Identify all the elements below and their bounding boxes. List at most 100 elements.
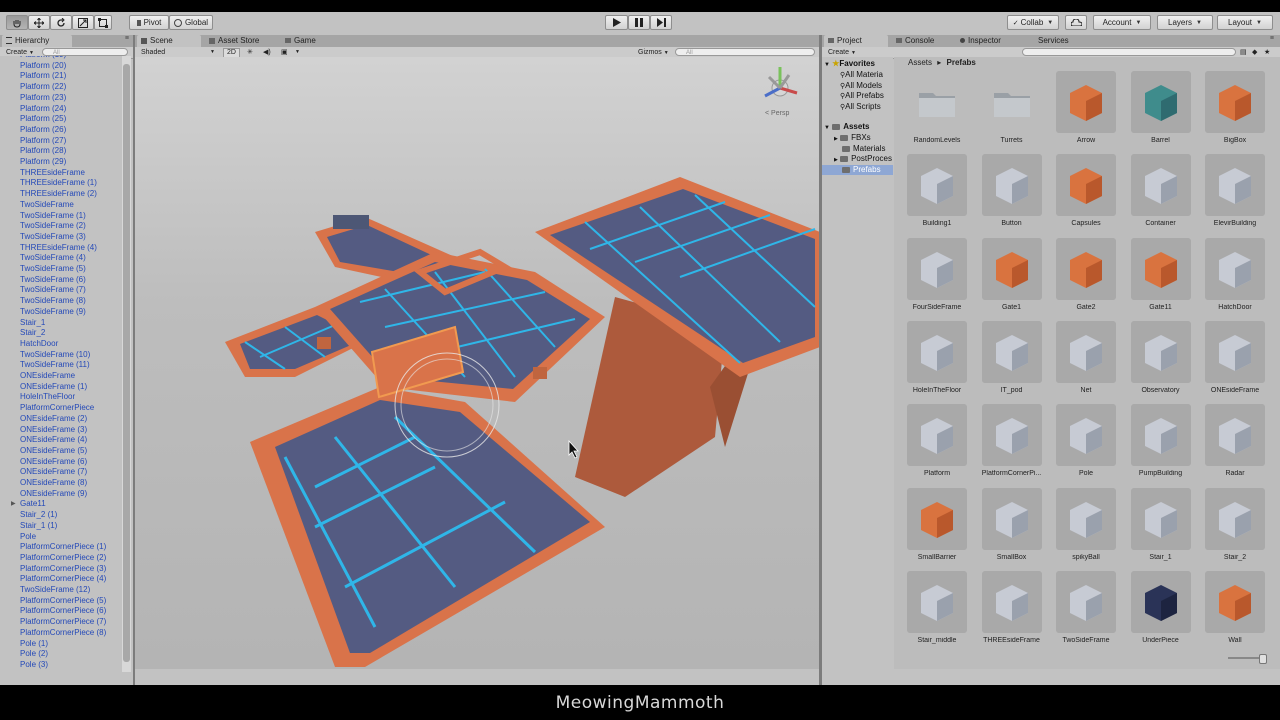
asset-item[interactable]: Net [1051,320,1121,403]
hierarchy-item[interactable]: PlatformCornerPiece (4) [20,574,106,584]
hierarchy-item[interactable]: PlatformCornerPiece (7) [20,617,106,627]
hierarchy-item[interactable]: TwoSideFrame (9) [20,307,86,317]
hierarchy-item[interactable]: PlatformCornerPiece (3) [20,564,106,574]
hierarchy-item[interactable]: Platform (24) [20,104,66,114]
hand-tool-button[interactable] [6,15,28,30]
hierarchy-item[interactable]: TwoSideFrame (3) [20,232,86,242]
asset-item[interactable]: Stair_2 [1200,487,1270,570]
step-button[interactable] [650,15,672,30]
lighting-toggle-icon[interactable]: ✳ [247,48,253,57]
hierarchy-item[interactable]: TwoSideFrame (7) [20,285,86,295]
asset-item[interactable]: THREEsideFrame [977,570,1047,653]
asset-item[interactable]: HatchDoor [1200,237,1270,320]
scene-search-input[interactable]: All [675,48,815,56]
asset-item[interactable]: Observatory [1126,320,1196,403]
hierarchy-item[interactable]: THREEsideFrame [20,168,85,178]
filter-type-icon[interactable]: ▤ [1240,48,1247,57]
asset-item[interactable]: Turrets [977,71,1047,153]
gizmos-dropdown[interactable]: Gizmos ▼ [638,48,669,57]
hierarchy-item[interactable]: ▶ Gate11 [11,499,46,509]
hierarchy-item[interactable]: ONEsideFrame (6) [20,457,87,467]
account-dropdown[interactable]: Account ▼ [1093,15,1151,30]
hierarchy-item[interactable]: TwoSideFrame (4) [20,253,86,263]
asset-item[interactable]: ElevirBuilding [1200,154,1270,236]
favorites-header[interactable]: ▼ ★Favorites [824,59,875,69]
hierarchy-item[interactable]: PlatformCornerPiece (2) [20,553,106,563]
shading-mode-dropdown[interactable]: Shaded ▼ [141,48,217,57]
asset-item[interactable]: RandomLevels [902,71,972,153]
tab-console[interactable]: Console [892,35,952,47]
hierarchy-item[interactable]: Stair_2 (1) [20,510,57,520]
hierarchy-item[interactable]: TwoSideFrame (2) [20,221,86,231]
slider-thumb[interactable] [1259,654,1267,664]
rotate-tool-button[interactable] [50,15,72,30]
asset-item[interactable]: Barrel [1126,71,1196,153]
hierarchy-item[interactable]: ONEsideFrame (7) [20,467,87,477]
hierarchy-item[interactable]: Pole [20,532,36,542]
scale-tool-button[interactable] [72,15,94,30]
pause-button[interactable] [628,15,650,30]
asset-item[interactable]: Stair_1 [1126,487,1196,570]
tab-game[interactable]: Game [281,35,341,47]
hierarchy-item[interactable]: Platform (23) [20,93,66,103]
asset-item[interactable]: spikyBall [1051,487,1121,570]
hierarchy-item[interactable]: PlatformCornerPiece (8) [20,628,106,638]
hierarchy-item[interactable]: Pole (3) [20,660,48,670]
hierarchy-item[interactable]: TwoSideFrame (11) [20,360,90,370]
hierarchy-item[interactable]: TwoSideFrame (10) [20,350,90,360]
asset-item[interactable]: HoleInTheFloor [902,320,972,403]
audio-toggle-icon[interactable]: ◀) [263,48,271,57]
asset-item[interactable]: SmallBox [977,487,1047,570]
hierarchy-item[interactable]: THREEsideFrame (4) [20,243,97,253]
tab-asset-store[interactable]: Asset Store [205,35,279,47]
projection-label[interactable]: < Persp [765,110,789,117]
hierarchy-item[interactable]: ONEsideFrame (1) [20,382,87,392]
hierarchy-item[interactable]: ONEsideFrame (3) [20,425,87,435]
hierarchy-item[interactable]: Platform (27) [20,136,66,146]
hierarchy-item[interactable]: Platform (26) [20,125,66,135]
asset-folder[interactable]: ▶ PostProces [834,154,892,164]
tab-inspector[interactable]: Inspector [956,35,1020,47]
favorite-item[interactable]: ⚲All Scripts [840,102,881,112]
hierarchy-item[interactable]: ONEsideFrame (4) [20,435,87,445]
hierarchy-item[interactable]: PlatformCornerPiece (6) [20,606,106,616]
layers-dropdown[interactable]: Layers ▼ [1157,15,1213,30]
asset-item[interactable]: FourSideFrame [902,237,972,320]
asset-item[interactable]: TwoSideFrame [1051,570,1121,653]
hierarchy-item[interactable]: Platform (29) [20,157,66,167]
panel-menu-icon[interactable]: ≡ [125,35,129,42]
asset-item[interactable]: Gate2 [1051,237,1121,320]
hierarchy-item[interactable]: PlatformCornerPiece [20,403,94,413]
panel-menu-icon[interactable]: ≡ [1270,35,1274,42]
favorite-item[interactable]: ⚲All Prefabs [840,91,884,101]
hierarchy-item[interactable]: ONEsideFrame [20,371,75,381]
hierarchy-item[interactable]: Platform (20) [20,61,66,71]
collab-dropdown[interactable]: ✓ Collab ▼ [1007,15,1059,30]
assets-root[interactable]: ▼ Assets [824,122,869,132]
hierarchy-item[interactable]: TwoSideFrame (6) [20,275,86,285]
asset-item[interactable]: IT_pod [977,320,1047,403]
cloud-button[interactable] [1065,15,1087,30]
thumbnail-size-slider[interactable] [1228,654,1267,664]
hierarchy-item[interactable]: ONEsideFrame (2) [20,414,87,424]
hierarchy-search-input[interactable]: All [42,48,128,56]
hierarchy-item[interactable]: TwoSideFrame (5) [20,264,86,274]
filter-label-icon[interactable]: ◆ [1252,48,1257,57]
hierarchy-item[interactable]: Platform (21) [20,71,66,81]
asset-item[interactable]: Button [977,154,1047,236]
tab-services[interactable]: Services [1034,35,1084,47]
hierarchy-item[interactable]: Pole (1) [20,639,48,649]
project-create-dropdown[interactable]: Create ▼ [828,48,856,57]
hierarchy-item[interactable]: TwoSideFrame (8) [20,296,86,306]
breadcrumb-item[interactable]: Assets [908,58,932,67]
hierarchy-item[interactable]: Pole (2) [20,649,48,659]
asset-item[interactable]: Wall [1200,570,1270,653]
asset-item[interactable]: Gate11 [1126,237,1196,320]
global-toggle[interactable]: Global [169,15,213,30]
hierarchy-item[interactable]: HoleInTheFloor [20,392,75,402]
layout-dropdown[interactable]: Layout ▼ [1217,15,1273,30]
tab-project[interactable]: Project [824,35,888,47]
hierarchy-item[interactable]: PlatformCornerPiece (1) [20,542,106,552]
asset-item[interactable]: Radar [1200,404,1270,486]
hierarchy-item[interactable]: Stair_1 (1) [20,521,57,531]
